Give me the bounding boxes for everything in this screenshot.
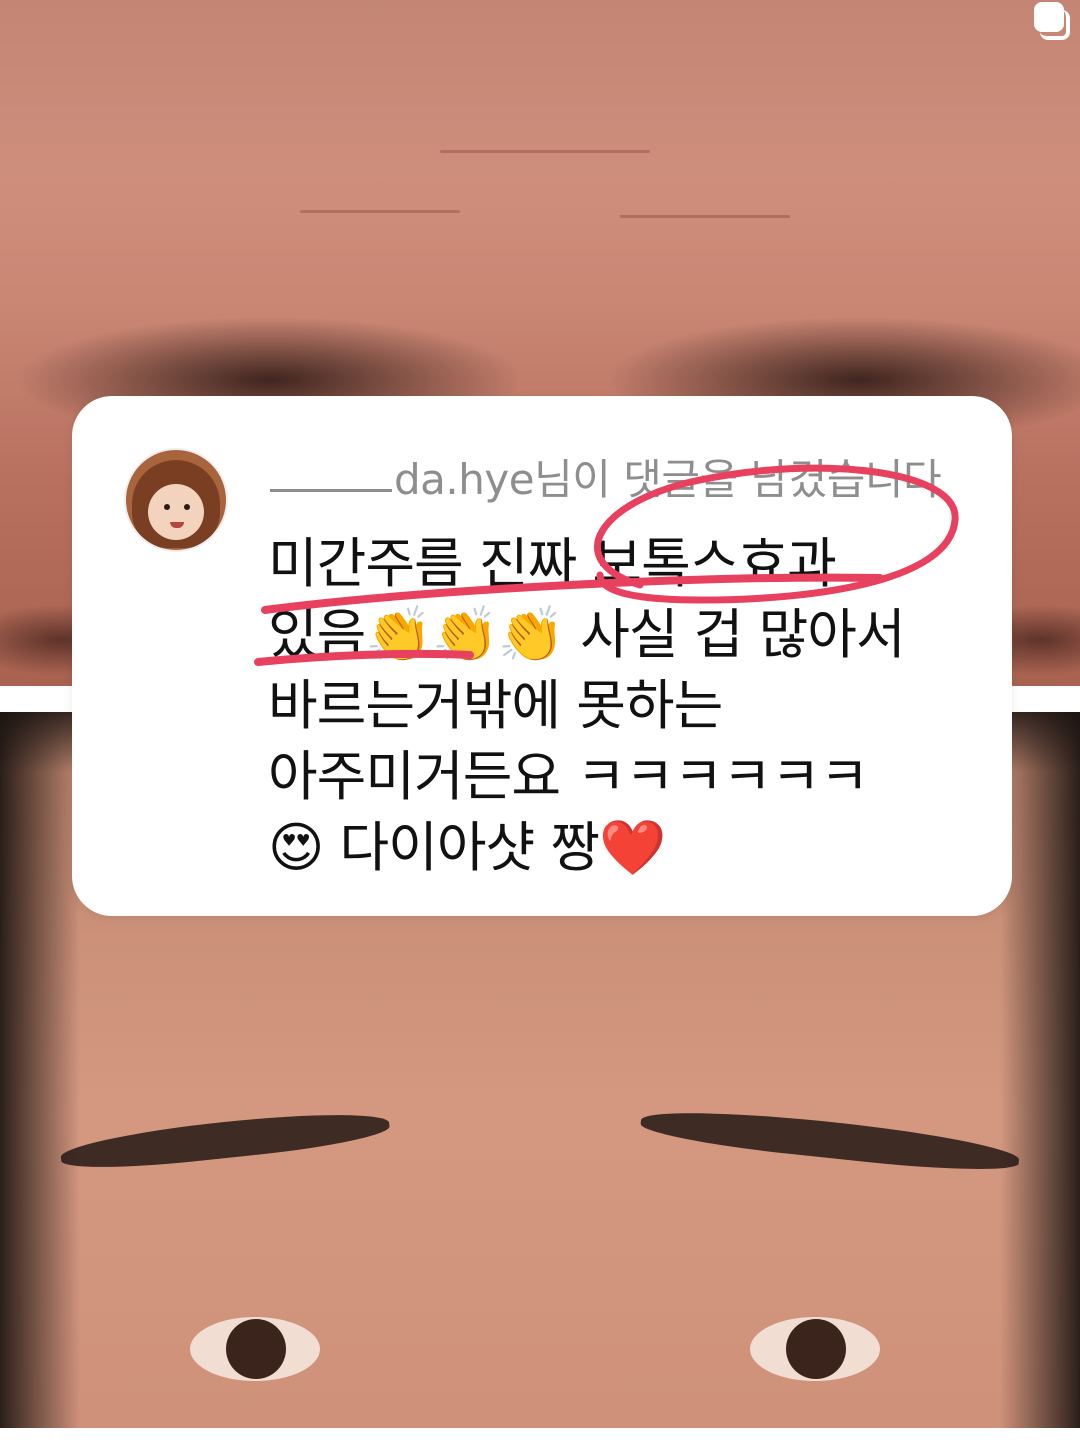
comment-header: da.hye님이 댓글을 남겼습니다 (270, 446, 942, 507)
comment-line: 있음👏👏👏 사실 겁 많아서 (268, 603, 906, 666)
left-eyebrow (59, 1104, 391, 1176)
forehead-wrinkle (440, 150, 650, 153)
comment-header-suffix: 님이 댓글을 남겼습니다 (534, 455, 942, 504)
username-underline (270, 489, 392, 492)
comment-card[interactable]: da.hye님이 댓글을 남겼습니다 미간주름 진짜 보톡스효과 있음👏👏👏 사… (72, 396, 1012, 916)
sticker-icon[interactable] (1030, 0, 1072, 42)
bottom-strip (0, 1428, 1080, 1440)
right-eyebrow (639, 1102, 1021, 1178)
comment-username[interactable]: da.hye (394, 455, 535, 504)
comment-line: 미간주름 진짜 보톡스효과 (268, 532, 837, 595)
comment-text: 미간주름 진짜 보톡스효과 있음👏👏👏 사실 겁 많아서 바르는거밖에 못하는 … (268, 528, 988, 883)
profile-avatar[interactable] (124, 448, 228, 552)
right-eye (750, 1317, 880, 1381)
comment-line: 바르는거밖에 못하는 (268, 674, 723, 737)
forehead-wrinkle (300, 210, 460, 213)
left-eye (190, 1317, 320, 1381)
comment-line: 😍 다이아샷 짱❤️ (268, 816, 666, 879)
comment-line: 아주미거든요 ㅋㅋㅋㅋㅋㅋ (268, 745, 869, 808)
forehead-wrinkle (620, 215, 790, 218)
